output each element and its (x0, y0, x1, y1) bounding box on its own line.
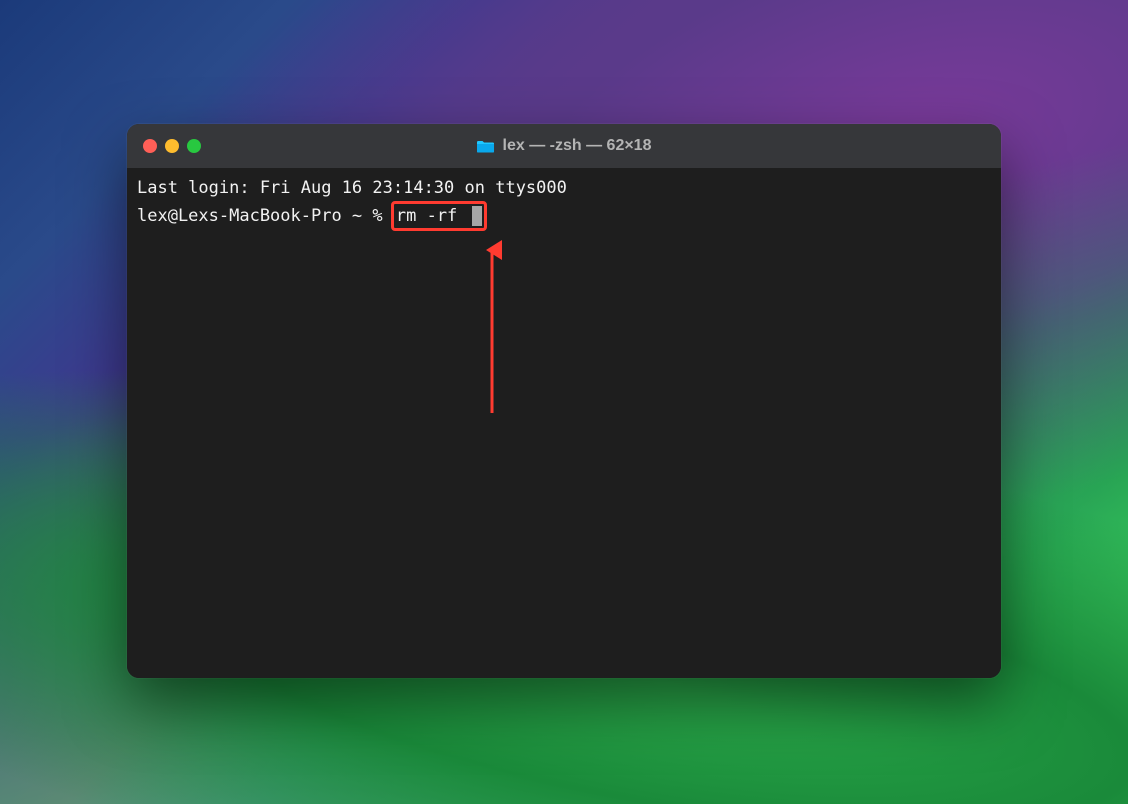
typed-command: rm -rf (396, 204, 468, 229)
window-title-text: lex — -zsh — 62×18 (503, 137, 652, 155)
window-title-bar[interactable]: lex — -zsh — 62×18 (127, 124, 1001, 168)
window-title: lex — -zsh — 62×18 (477, 137, 652, 155)
maximize-button[interactable] (187, 139, 201, 153)
terminal-window: lex — -zsh — 62×18 Last login: Fri Aug 1… (127, 124, 1001, 678)
terminal-content[interactable]: Last login: Fri Aug 16 23:14:30 on ttys0… (127, 168, 1001, 678)
folder-icon (477, 137, 495, 155)
prompt-line[interactable]: lex@Lexs-MacBook-Pro ~ % rm -rf (137, 201, 991, 232)
window-controls (127, 139, 201, 153)
shell-prompt: lex@Lexs-MacBook-Pro ~ % (137, 204, 393, 229)
command-highlight: rm -rf (391, 201, 487, 232)
close-button[interactable] (143, 139, 157, 153)
minimize-button[interactable] (165, 139, 179, 153)
cursor (472, 206, 482, 226)
last-login-line: Last login: Fri Aug 16 23:14:30 on ttys0… (137, 176, 991, 201)
